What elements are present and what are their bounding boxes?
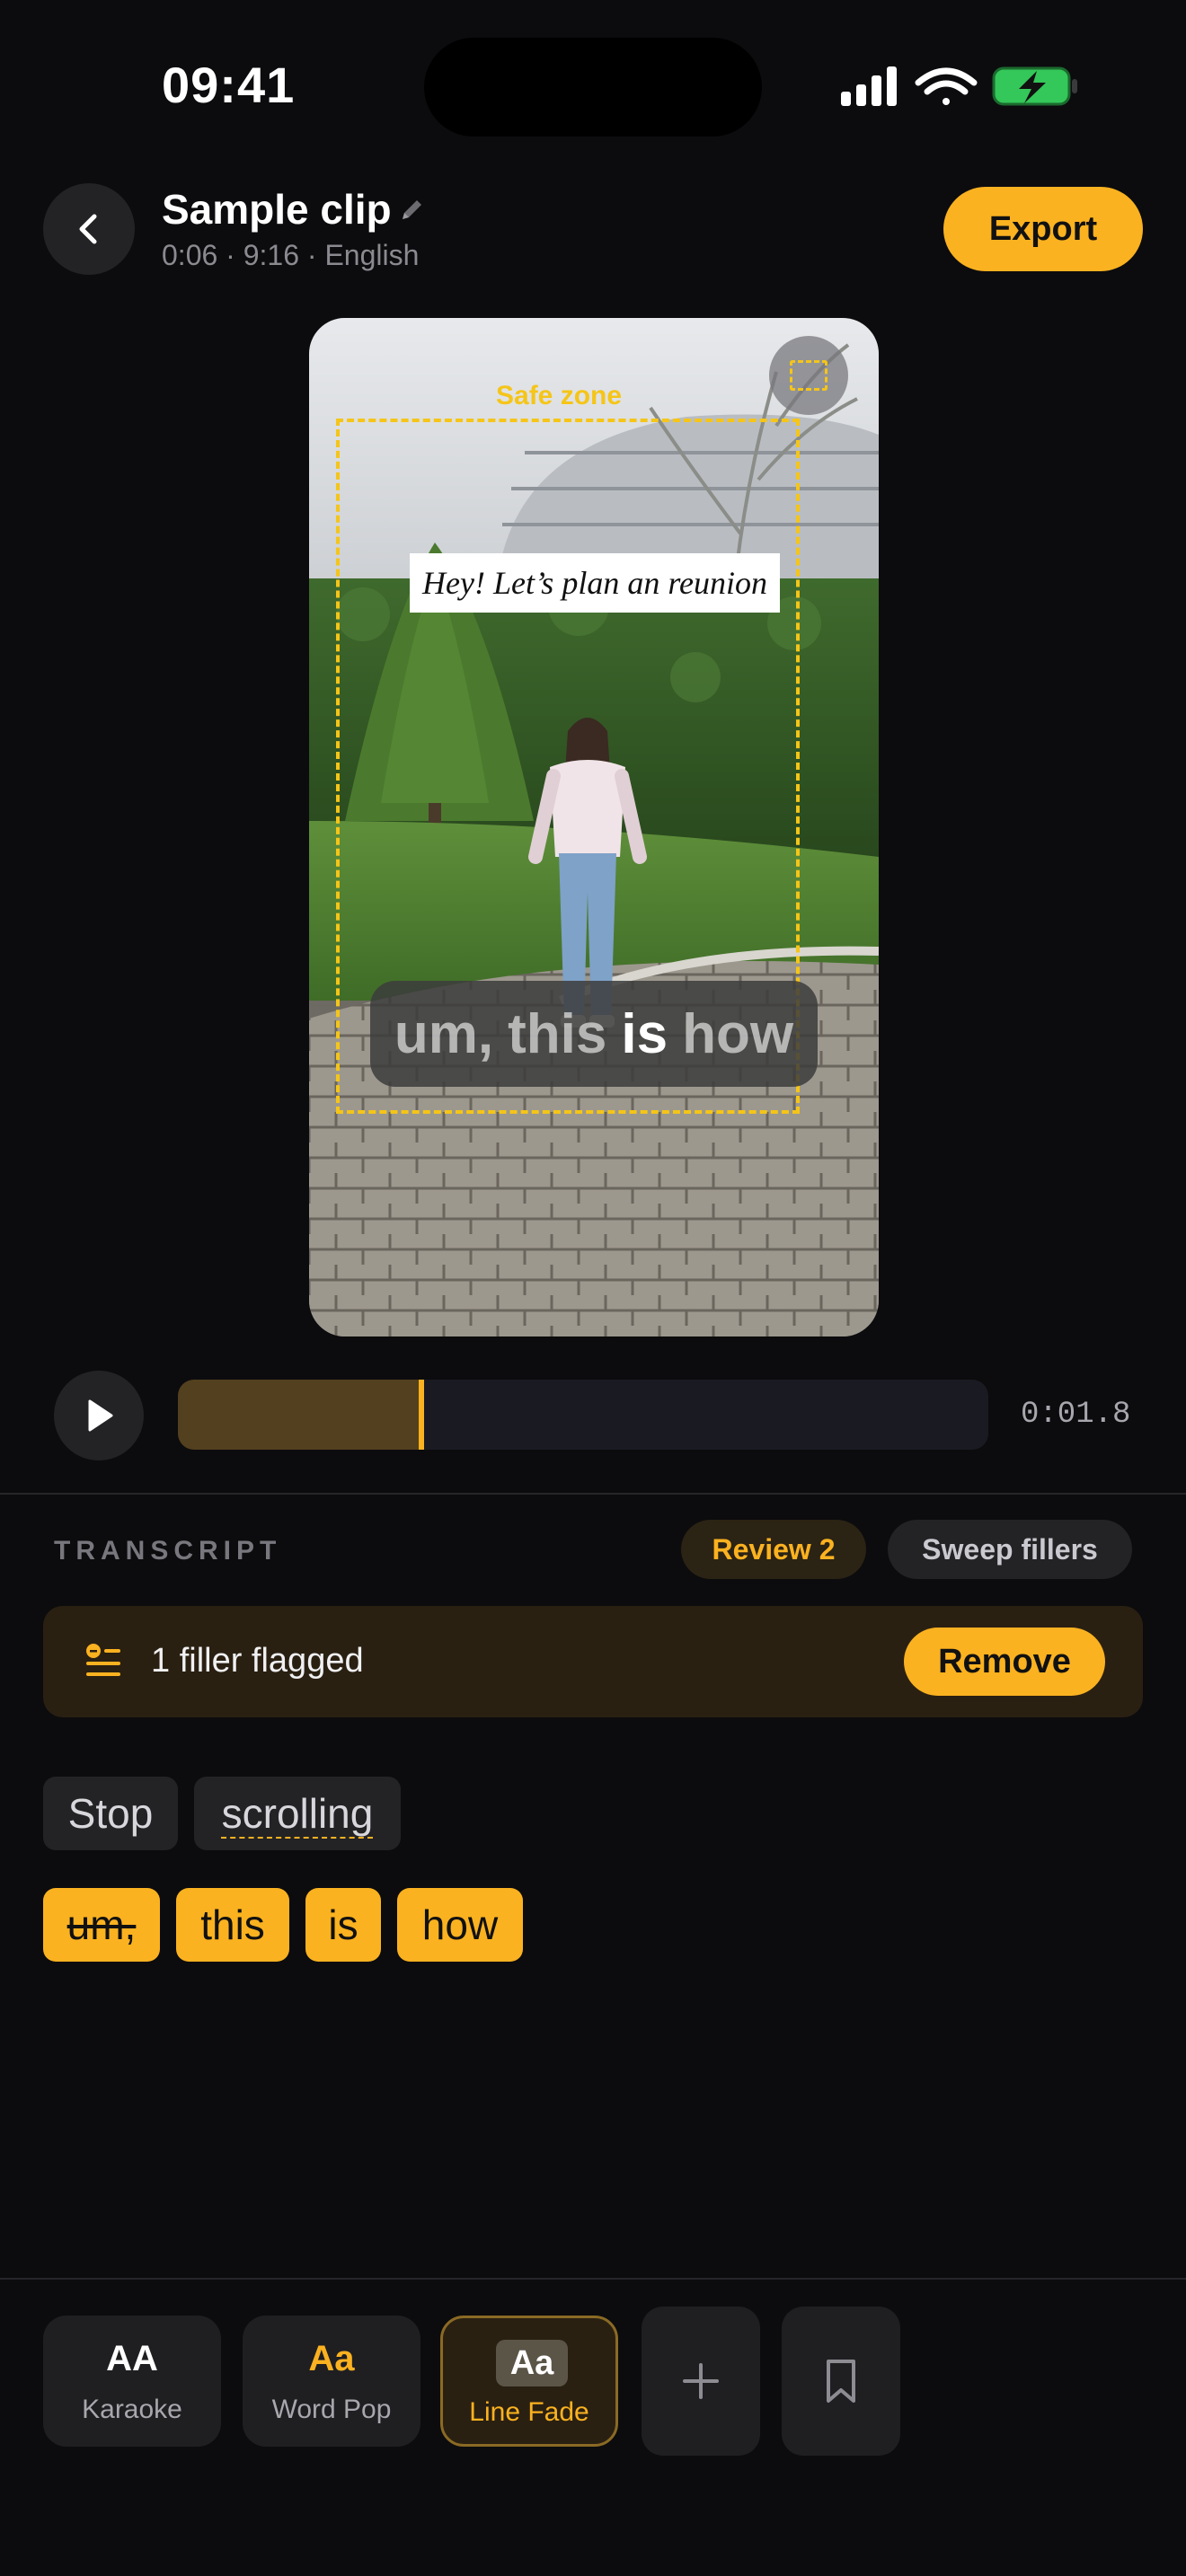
- sweep-fillers-button[interactable]: Sweep fillers: [888, 1520, 1132, 1579]
- filler-list-icon: [86, 1644, 120, 1676]
- timeline-progress: [178, 1380, 421, 1450]
- clip-title[interactable]: Sample clip: [162, 185, 392, 234]
- plus-icon: [683, 2363, 719, 2399]
- style-name: Word Pop: [271, 2395, 392, 2424]
- style-sample: AA: [106, 2339, 158, 2378]
- dynamic-island: [424, 38, 762, 137]
- export-button[interactable]: Export: [943, 187, 1143, 271]
- caption-word: how: [682, 1002, 794, 1065]
- headline-overlay[interactable]: Hey! Let’s plan an reunion: [410, 553, 780, 613]
- timeline-scrubber[interactable]: [178, 1380, 988, 1450]
- wifi-icon: [915, 67, 978, 105]
- add-style-button[interactable]: [642, 2307, 760, 2456]
- cellular-signal-icon: [841, 66, 897, 106]
- style-line-fade-button[interactable]: Aa Line Fade: [440, 2316, 618, 2447]
- style-name: Karaoke: [82, 2395, 182, 2424]
- transcript-word[interactable]: this: [176, 1888, 289, 1962]
- filler-banner: 1 filler flagged Remove: [43, 1606, 1143, 1717]
- caption-word: this: [508, 1002, 607, 1065]
- safe-zone-icon: [790, 360, 828, 391]
- caption-word: is: [621, 1002, 668, 1065]
- filler-count-text: 1 filler flagged: [151, 1642, 364, 1680]
- style-sample: Aa: [308, 2339, 355, 2378]
- playhead[interactable]: [419, 1380, 424, 1450]
- safe-zone-label: Safe zone: [496, 381, 623, 410]
- battery-charging-icon: [992, 66, 1077, 106]
- back-chevron-icon: [79, 214, 97, 244]
- divider: [0, 2278, 1186, 2280]
- transcript-word-flagged[interactable]: scrolling: [194, 1777, 401, 1850]
- pencil-icon[interactable]: [397, 196, 426, 225]
- style-karaoke-button[interactable]: AA Karaoke: [43, 2316, 221, 2447]
- transcript-heading: TRANSCRIPT: [54, 1536, 282, 1566]
- saved-styles-button[interactable]: [782, 2307, 900, 2456]
- transcript-word-filler[interactable]: um,: [43, 1888, 160, 1962]
- style-sample: Aa: [496, 2340, 568, 2386]
- play-icon: [88, 1399, 113, 1432]
- style-name: Line Fade: [469, 2397, 589, 2427]
- status-time: 09:41: [162, 57, 296, 113]
- back-button[interactable]: [43, 183, 135, 275]
- caption-word: um,: [394, 1002, 494, 1065]
- divider: [0, 1493, 1186, 1495]
- status-icons: [841, 66, 1077, 106]
- remove-fillers-button[interactable]: Remove: [904, 1628, 1105, 1696]
- video-preview[interactable]: Safe zone Hey! Let’s plan an reunion um,…: [309, 318, 879, 1337]
- review-button[interactable]: Review 2: [681, 1520, 866, 1579]
- clip-meta: 0:06 · 9:16 · English: [162, 239, 420, 271]
- caption-preview[interactable]: um, this is how: [370, 981, 818, 1087]
- play-button[interactable]: [54, 1371, 144, 1460]
- transcript-word[interactable]: is: [305, 1888, 381, 1962]
- safe-zone-toggle[interactable]: [769, 336, 848, 415]
- transcript-word[interactable]: how: [397, 1888, 523, 1962]
- time-readout: 0:01.8: [1021, 1398, 1131, 1432]
- transcript-word[interactable]: Stop: [43, 1777, 178, 1850]
- style-word-pop-button[interactable]: Aa Word Pop: [243, 2316, 420, 2447]
- bookmark-icon: [827, 2360, 855, 2403]
